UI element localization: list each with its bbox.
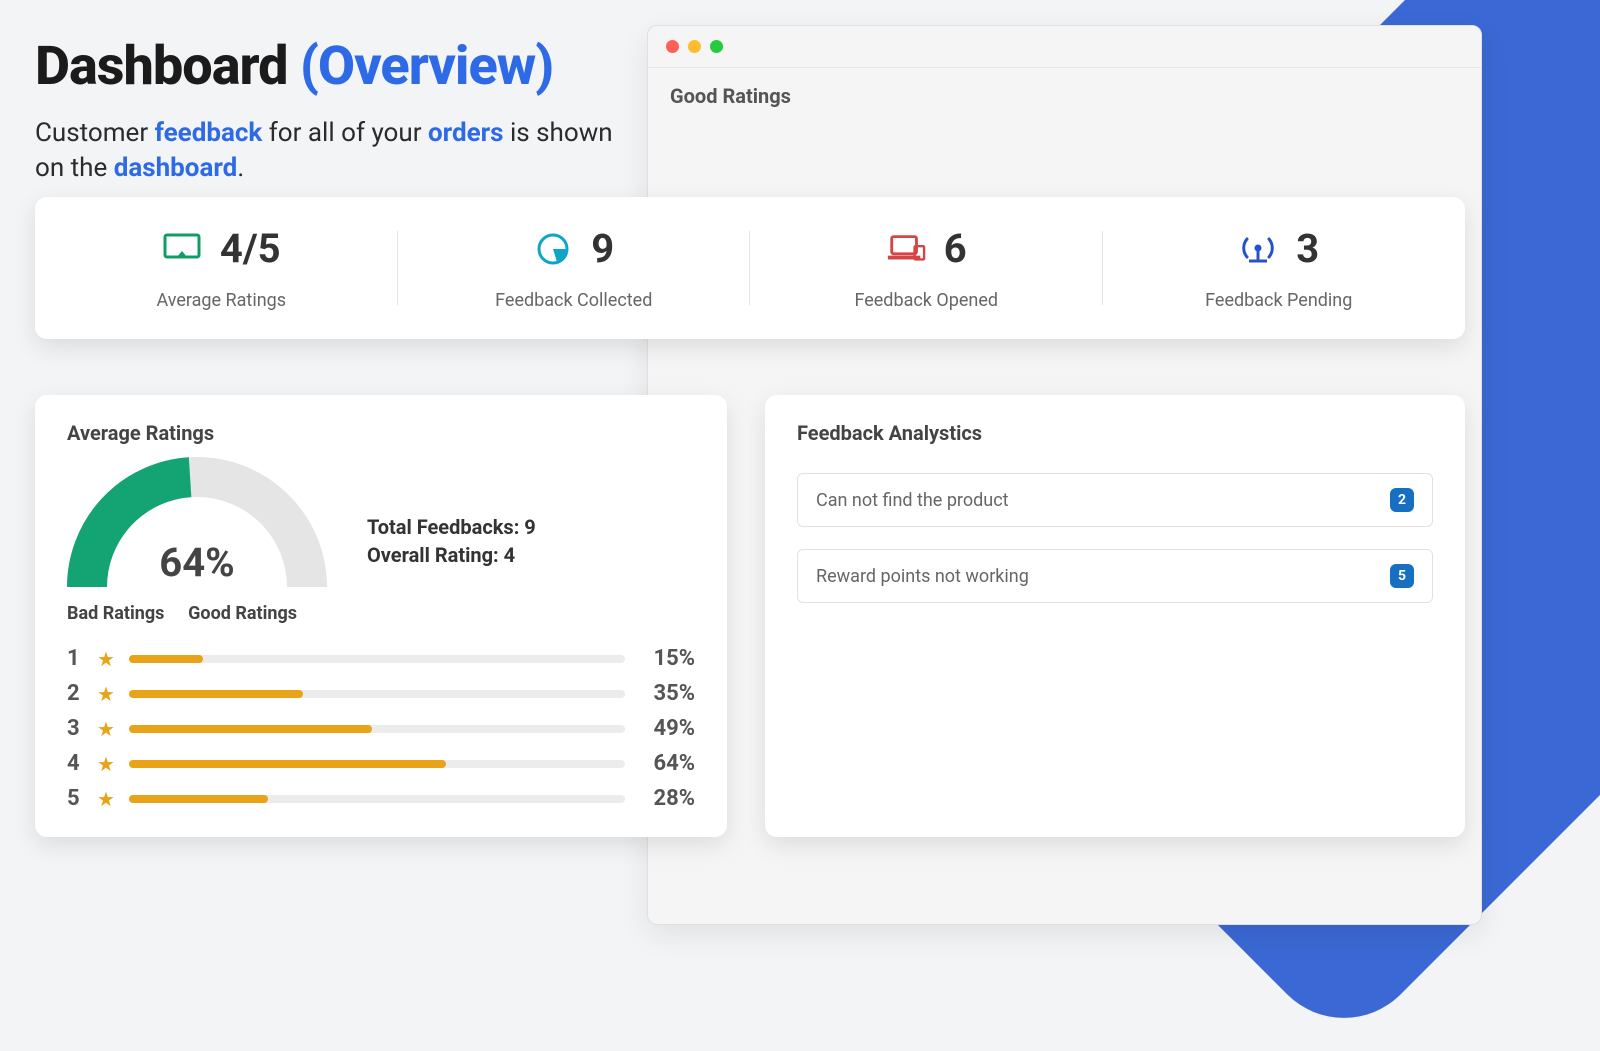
rating-fill xyxy=(129,725,372,733)
rating-track xyxy=(129,760,625,768)
gauge-percent: 64% xyxy=(67,539,327,586)
ratings-gauge: 64% xyxy=(67,457,327,597)
rating-percent: 49% xyxy=(639,716,695,741)
rating-track xyxy=(129,795,625,803)
rating-fill xyxy=(129,795,268,803)
circle-progress-icon xyxy=(533,232,573,266)
monitor-icon xyxy=(162,232,202,266)
average-ratings-card: Average Ratings 64% Bad Ratings Good Rat… xyxy=(35,395,727,837)
ratings-bars: 1 ★ 15% 2 ★ 35% 3 ★ 49% 4 ★ 64% 5 ★ 28% xyxy=(67,646,695,811)
count-badge: 5 xyxy=(1390,564,1414,588)
minimize-icon[interactable] xyxy=(688,40,701,53)
bad-ratings-label: Bad Ratings xyxy=(67,603,164,624)
rating-track xyxy=(129,690,625,698)
count-badge: 2 xyxy=(1390,488,1414,512)
window-controls xyxy=(648,26,1481,68)
rating-bar-row: 4 ★ 64% xyxy=(67,751,695,776)
stat-label: Feedback Pending xyxy=(1103,290,1456,311)
card-title: Average Ratings xyxy=(67,421,695,445)
page-subtitle: Customer feedback for all of your orders… xyxy=(35,116,615,186)
rating-number: 4 xyxy=(67,751,83,776)
rating-fill xyxy=(129,655,203,663)
stat-label: Feedback Opened xyxy=(750,290,1103,311)
rating-number: 1 xyxy=(67,646,83,671)
broadcast-icon xyxy=(1238,232,1278,266)
rating-number: 3 xyxy=(67,716,83,741)
stat-feedback-opened: 6 Feedback Opened xyxy=(750,225,1103,311)
rating-percent: 15% xyxy=(639,646,695,671)
rating-percent: 64% xyxy=(639,751,695,776)
page-title-accent: (Overview) xyxy=(300,35,553,98)
stat-value: 4/5 xyxy=(220,225,281,272)
feedback-analytics-card: Feedback Analystics Can not find the pro… xyxy=(765,395,1465,837)
rating-percent: 35% xyxy=(639,681,695,706)
analytics-item[interactable]: Can not find the product 2 xyxy=(797,473,1433,527)
rating-bar-row: 1 ★ 15% xyxy=(67,646,695,671)
rating-track xyxy=(129,655,625,663)
analytics-item-text: Can not find the product xyxy=(816,490,1009,511)
good-ratings-label: Good Ratings xyxy=(188,603,297,624)
stat-feedback-pending: 3 Feedback Pending xyxy=(1103,225,1456,311)
rating-number: 5 xyxy=(67,786,83,811)
window-title: Good Ratings xyxy=(648,68,1481,124)
rating-bar-row: 3 ★ 49% xyxy=(67,716,695,741)
stat-value: 6 xyxy=(944,225,967,272)
rating-fill xyxy=(129,690,303,698)
stat-value: 3 xyxy=(1296,225,1319,272)
analytics-item[interactable]: Reward points not working 5 xyxy=(797,549,1433,603)
rating-percent: 28% xyxy=(639,786,695,811)
analytics-list: Can not find the product 2 Reward points n… xyxy=(797,473,1433,603)
close-icon[interactable] xyxy=(666,40,679,53)
rating-track xyxy=(129,725,625,733)
page-title: Dashboard (Overview) xyxy=(35,35,615,98)
rating-fill xyxy=(129,760,446,768)
analytics-item-text: Reward points not working xyxy=(816,566,1029,587)
star-icon: ★ xyxy=(97,787,115,811)
stats-card: 4/5 Average Ratings 9 Feedback Collected… xyxy=(35,197,1465,339)
rating-bar-row: 2 ★ 35% xyxy=(67,681,695,706)
stat-feedback-collected: 9 Feedback Collected xyxy=(398,225,751,311)
card-title: Feedback Analystics xyxy=(797,421,1433,445)
stat-label: Feedback Collected xyxy=(398,290,751,311)
maximize-icon[interactable] xyxy=(710,40,723,53)
stat-value: 9 xyxy=(591,225,614,272)
stat-average-ratings: 4/5 Average Ratings xyxy=(45,225,398,311)
rating-number: 2 xyxy=(67,681,83,706)
rating-bar-row: 5 ★ 28% xyxy=(67,786,695,811)
page-header: Dashboard (Overview) Customer feedback f… xyxy=(35,35,615,186)
overall-rating: Overall Rating: 4 xyxy=(367,541,536,569)
total-feedbacks: Total Feedbacks: 9 xyxy=(367,513,536,541)
page-title-plain: Dashboard xyxy=(35,35,300,98)
stat-label: Average Ratings xyxy=(45,290,398,311)
star-icon: ★ xyxy=(97,682,115,706)
star-icon: ★ xyxy=(97,647,115,671)
laptop-icon xyxy=(886,232,926,266)
star-icon: ★ xyxy=(97,717,115,741)
ratings-totals: Total Feedbacks: 9 Overall Rating: 4 xyxy=(367,513,536,569)
star-icon: ★ xyxy=(97,752,115,776)
